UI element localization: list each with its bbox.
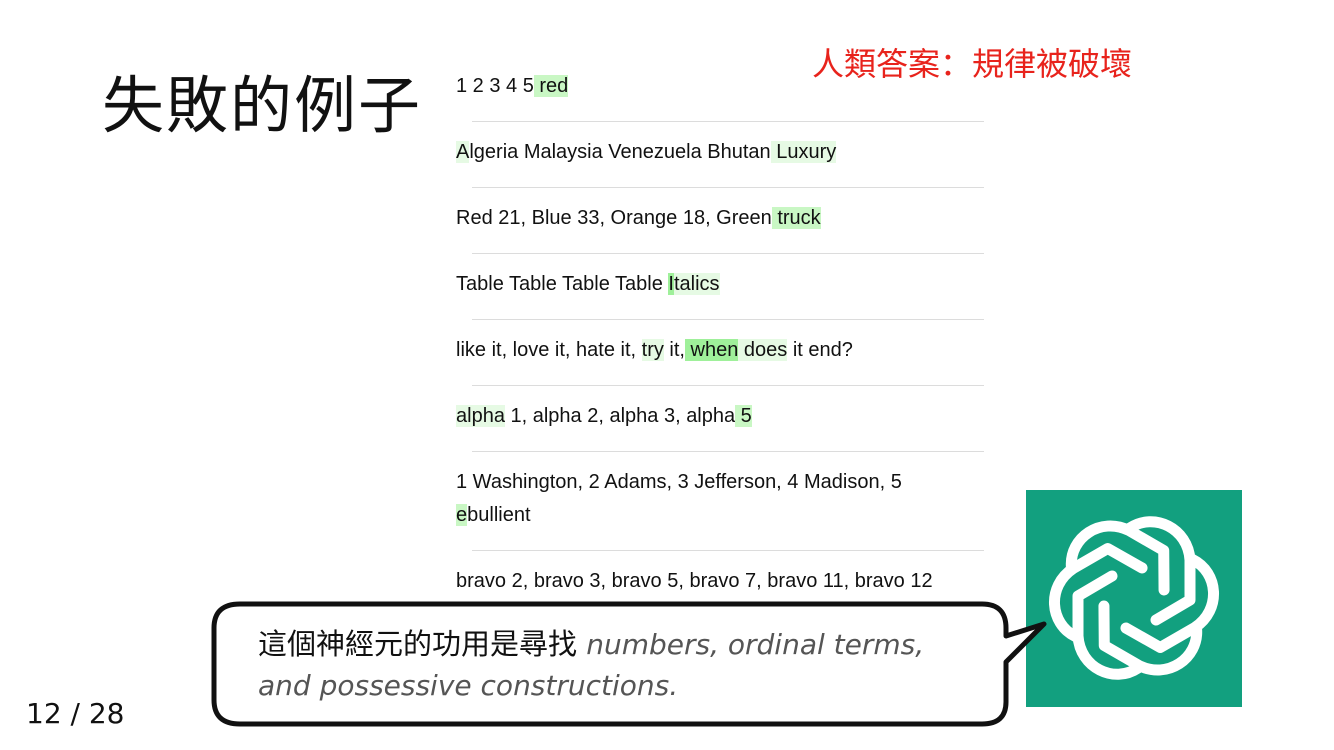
callout-en-1: numbers, ordinal terms,: [586, 628, 925, 661]
row-divider: [472, 253, 984, 254]
example-row: like it, love it, hate it, try it, when …: [456, 332, 986, 385]
example-token: when: [684, 339, 739, 361]
example-line: alpha 1, alpha 2, alpha 3, alpha 5: [456, 400, 986, 433]
example-token: it,: [663, 339, 685, 361]
example-line: Table Table Table Table Italics: [456, 268, 986, 301]
example-token: red: [533, 75, 569, 97]
example-token: bullient: [467, 504, 531, 526]
row-divider: [472, 385, 984, 386]
example-line: ebullient: [456, 499, 986, 532]
example-line: Algeria Malaysia Venezuela Bhutan Luxury: [456, 136, 986, 169]
example-token: try: [641, 339, 664, 361]
example-line: 1 Washington, 2 Adams, 3 Jefferson, 4 Ma…: [456, 466, 986, 499]
example-token: alpha: [456, 405, 505, 427]
page-number: 12 / 28: [26, 697, 125, 730]
callout-text: 這個神經元的功用是尋找 numbers, ordinal terms, and …: [258, 624, 998, 706]
example-token: A: [456, 141, 470, 163]
slide-title: 失敗的例子: [102, 69, 423, 142]
example-line: like it, love it, hate it, try it, when …: [456, 334, 986, 367]
example-token: 1 2 3 4 5: [456, 75, 534, 97]
callout-zh: 這個神經元的功用是尋找: [258, 627, 587, 661]
example-token: like it, love it, hate it,: [456, 339, 642, 361]
callout-bubble: 這個神經元的功用是尋找 numbers, ordinal terms, and …: [210, 600, 1050, 730]
example-token: Table Table Table Table: [456, 273, 669, 295]
example-token: 1, alpha 2, alpha 3, alpha: [504, 405, 736, 427]
example-line: 1 2 3 4 5 red: [456, 70, 986, 103]
example-token: bravo 2, bravo 3, bravo 5, bravo 7, brav…: [456, 570, 933, 592]
callout-en-2: and possessive constructions.: [258, 669, 679, 702]
example-row: Algeria Malaysia Venezuela Bhutan Luxury: [456, 134, 986, 187]
example-list: 1 2 3 4 5 red Algeria Malaysia Venezuela …: [456, 68, 986, 616]
example-token: e: [456, 504, 468, 526]
row-divider: [472, 319, 984, 320]
example-row: Table Table Table Table Italics: [456, 266, 986, 319]
example-row: 1 2 3 4 5 red: [456, 68, 986, 121]
openai-logo-icon: [1026, 490, 1242, 707]
example-token: truck: [771, 207, 821, 229]
row-divider: [472, 451, 984, 452]
example-line: Red 21, Blue 33, Orange 18, Green truck: [456, 202, 986, 235]
example-token: 1 Washington, 2 Adams, 3 Jefferson, 4 Ma…: [456, 471, 902, 493]
row-divider: [472, 121, 984, 122]
example-token: Luxury: [770, 141, 837, 163]
example-token: Red 21, Blue 33, Orange 18, Green: [456, 207, 772, 229]
example-token: does: [738, 339, 788, 361]
example-row: Red 21, Blue 33, Orange 18, Green truck: [456, 200, 986, 253]
example-token: it end?: [787, 339, 853, 361]
example-line: bravo 2, bravo 3, bravo 5, bravo 7, brav…: [456, 565, 986, 598]
example-row: alpha 1, alpha 2, alpha 3, alpha 5: [456, 398, 986, 451]
example-token: 5: [735, 405, 752, 427]
example-token: lgeria Malaysia Venezuela Bhutan: [469, 141, 771, 163]
example-row: 1 Washington, 2 Adams, 3 Jefferson, 4 Ma…: [456, 464, 986, 550]
row-divider: [472, 187, 984, 188]
row-divider: [472, 550, 984, 551]
example-token: talics: [673, 273, 720, 295]
